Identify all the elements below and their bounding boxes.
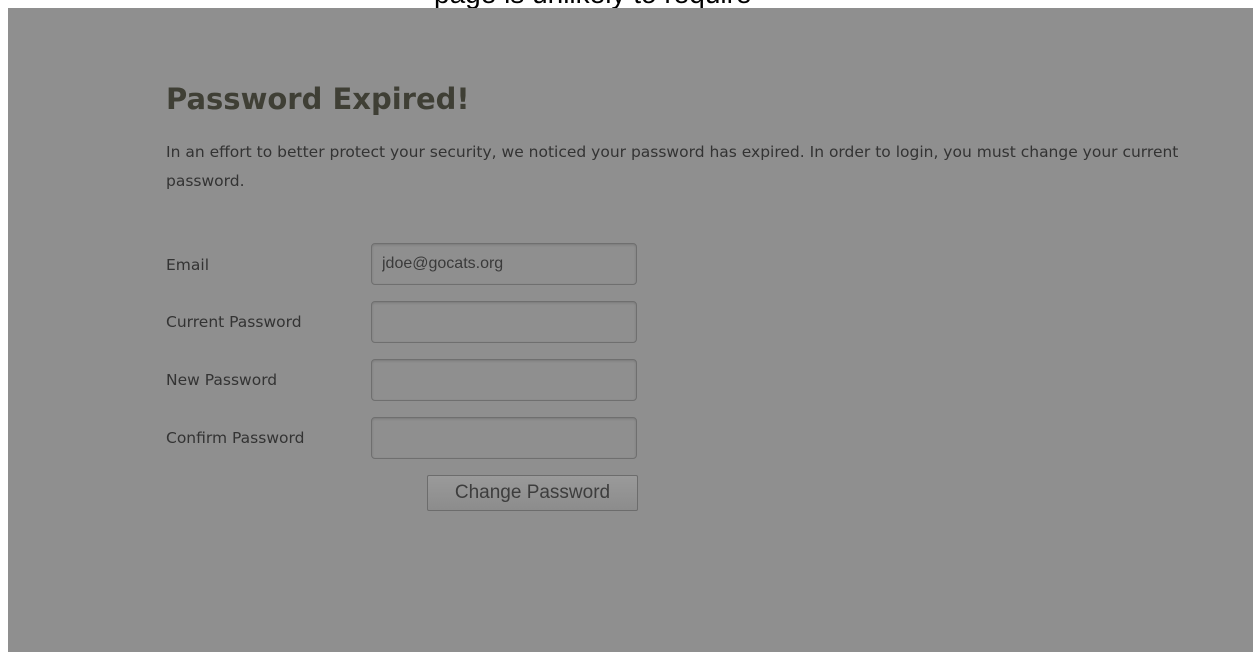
security-message: In an effort to better protect your secu… xyxy=(166,143,1179,190)
page-title: Password Expired! xyxy=(166,82,470,116)
new-password-label: New Password xyxy=(166,371,278,389)
current-password-field[interactable] xyxy=(371,301,637,343)
confirm-password-field[interactable] xyxy=(371,417,637,459)
email-field[interactable] xyxy=(371,243,637,285)
new-password-field[interactable] xyxy=(371,359,637,401)
confirm-password-label: Confirm Password xyxy=(166,429,305,447)
change-password-button[interactable]: Change Password xyxy=(427,475,638,511)
current-password-label: Current Password xyxy=(166,313,302,331)
page: page is unlikely to require Password Exp… xyxy=(0,0,1253,652)
email-label: Email xyxy=(166,256,210,274)
